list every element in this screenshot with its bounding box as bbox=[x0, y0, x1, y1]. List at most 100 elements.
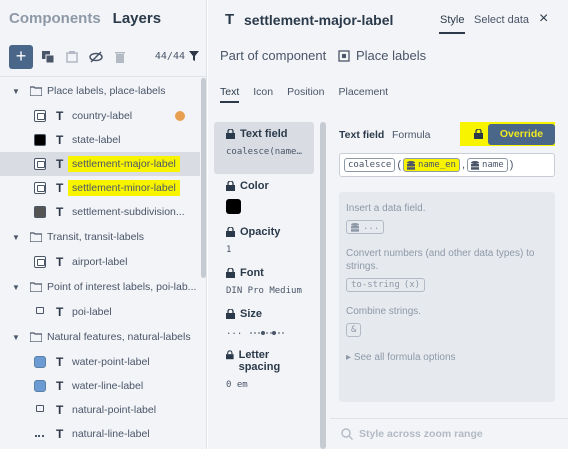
properties-scrollbar[interactable] bbox=[320, 122, 326, 449]
lock-icon bbox=[226, 309, 235, 319]
layer-group-transit[interactable]: ▼ Transit, transit-labels bbox=[0, 224, 200, 250]
property-value: 0 em bbox=[226, 380, 248, 390]
tab-layers[interactable]: Layers bbox=[113, 10, 161, 32]
editor-header: T settlement-major-label Style Select da… bbox=[208, 0, 568, 40]
property-value: DIN Pro Medium bbox=[226, 286, 302, 296]
subtab-text[interactable]: Text bbox=[220, 86, 240, 103]
image-icon bbox=[34, 404, 46, 416]
property-list: Text field coalesce(name... Color Opacit… bbox=[214, 122, 314, 449]
layer-label: water-point-label bbox=[72, 356, 150, 368]
text-type-icon: T bbox=[56, 157, 64, 171]
layer-label: natural-point-label bbox=[72, 404, 157, 416]
to-string-chip[interactable]: to-string (x) bbox=[346, 278, 426, 292]
see-all-formula-link[interactable]: ▸ See all formula options bbox=[346, 352, 548, 363]
subtab-icon[interactable]: Icon bbox=[253, 86, 273, 103]
group-label: Transit, transit-labels bbox=[47, 231, 145, 243]
layer-group-place-labels[interactable]: ▼ Place labels, place-labels bbox=[0, 78, 200, 104]
subtab-position[interactable]: Position bbox=[287, 86, 324, 103]
text-type-icon: T bbox=[56, 305, 64, 319]
zoom-icon bbox=[341, 428, 353, 440]
data-field-name: name bbox=[482, 160, 504, 170]
folder-icon bbox=[30, 232, 42, 242]
layer-row-water-point-label[interactable]: T water-point-label bbox=[0, 350, 200, 374]
property-label: Font bbox=[240, 267, 264, 279]
layer-row-settlement-minor-label[interactable]: T settlement-minor-label bbox=[0, 176, 200, 200]
close-icon[interactable]: × bbox=[539, 10, 548, 28]
hide-icon[interactable] bbox=[89, 50, 103, 64]
property-value: coalesce(name... bbox=[226, 147, 302, 157]
formula-expression[interactable]: coalesce ( name_en , name ) bbox=[339, 153, 555, 177]
property-color[interactable]: Color bbox=[214, 174, 314, 220]
editor-divider bbox=[330, 418, 568, 419]
layer-row-state-label[interactable]: T state-label bbox=[0, 128, 200, 152]
chevron-down-icon[interactable]: ▼ bbox=[12, 333, 20, 342]
layer-count: 44/44 bbox=[154, 51, 185, 62]
database-icon bbox=[407, 160, 416, 170]
duplicate-icon[interactable] bbox=[41, 50, 55, 64]
subtab-placement[interactable]: Placement bbox=[338, 86, 388, 103]
see-all-label: See all formula options bbox=[353, 352, 456, 363]
panel-tabs: Components Layers bbox=[9, 10, 161, 32]
data-field-chip[interactable]: name bbox=[467, 158, 508, 172]
concat-chip[interactable]: & bbox=[346, 323, 362, 337]
group-label: Natural features, natural-labels bbox=[47, 331, 191, 343]
group-icon[interactable] bbox=[65, 50, 79, 64]
lock-icon bbox=[226, 181, 235, 191]
chevron-down-icon[interactable]: ▼ bbox=[12, 233, 20, 242]
text-type-icon: T bbox=[56, 403, 64, 417]
layer-label: settlement-subdivision... bbox=[72, 206, 185, 218]
image-icon bbox=[34, 256, 46, 268]
tab-style[interactable]: Style bbox=[438, 14, 466, 34]
style-editor-panel: T settlement-major-label Style Select da… bbox=[208, 0, 568, 449]
data-field-chip[interactable]: name_en bbox=[403, 158, 460, 172]
override-button[interactable]: Override bbox=[488, 124, 555, 145]
add-layer-button[interactable]: + bbox=[9, 45, 33, 69]
formula-help: Insert a data field. ... Convert numbers… bbox=[339, 192, 555, 402]
layer-row-settlement-major-label[interactable]: T settlement-major-label bbox=[0, 152, 200, 176]
layer-row-water-line-label[interactable]: T water-line-label bbox=[0, 374, 200, 398]
component-link[interactable]: Place labels bbox=[356, 48, 426, 63]
filter-icon[interactable] bbox=[189, 50, 199, 62]
lock-icon bbox=[226, 268, 235, 278]
text-type-icon: T bbox=[56, 205, 64, 219]
layer-row-poi-label[interactable]: T poi-label bbox=[0, 300, 200, 324]
image-icon bbox=[34, 182, 46, 194]
chevron-down-icon[interactable]: ▼ bbox=[12, 283, 20, 292]
property-text-field[interactable]: Text field coalesce(name... bbox=[214, 122, 314, 174]
layer-row-settlement-subdivision[interactable]: T settlement-subdivision... bbox=[0, 200, 200, 224]
function-chip[interactable]: coalesce bbox=[344, 158, 396, 172]
layer-row-natural-line-label[interactable]: T natural-line-label bbox=[0, 422, 200, 446]
text-type-icon: T bbox=[56, 355, 64, 369]
database-icon bbox=[351, 222, 359, 232]
data-field-name: name_en bbox=[418, 160, 456, 170]
chip-arg: (x) bbox=[403, 280, 421, 290]
chevron-down-icon[interactable]: ▼ bbox=[12, 87, 20, 96]
tab-components[interactable]: Components bbox=[9, 10, 101, 32]
folder-icon bbox=[30, 86, 42, 96]
property-opacity[interactable]: Opacity 1 bbox=[214, 220, 314, 261]
zoom-curve-icon bbox=[250, 331, 285, 335]
color-swatch[interactable] bbox=[226, 199, 241, 214]
chip-label: ... bbox=[363, 222, 380, 232]
insert-data-chip[interactable]: ... bbox=[346, 220, 385, 234]
folder-icon bbox=[30, 282, 42, 292]
layer-row-country-label[interactable]: T country-label bbox=[0, 104, 200, 128]
trash-icon[interactable] bbox=[113, 50, 127, 64]
property-font[interactable]: Font DIN Pro Medium bbox=[214, 261, 314, 302]
database-icon bbox=[471, 160, 480, 170]
layer-label: country-label bbox=[72, 110, 133, 122]
editor-mode[interactable]: Formula bbox=[392, 129, 431, 141]
group-label: Point of interest labels, poi-lab... bbox=[47, 281, 197, 293]
property-label: Size bbox=[240, 308, 263, 320]
layer-group-poi[interactable]: ▼ Point of interest labels, poi-lab... bbox=[0, 274, 200, 300]
layers-scrollbar[interactable] bbox=[201, 78, 206, 278]
tab-select-data[interactable]: Select data bbox=[474, 14, 529, 26]
color-swatch-icon bbox=[34, 356, 46, 368]
zoom-range-option[interactable]: Style across zoom range bbox=[341, 428, 483, 440]
property-size[interactable]: Size ... bbox=[214, 302, 314, 343]
layer-row-natural-point-label[interactable]: T natural-point-label bbox=[0, 398, 200, 422]
layer-group-natural[interactable]: ▼ Natural features, natural-labels bbox=[0, 324, 200, 350]
property-letter-spacing[interactable]: Letter spacing 0 em bbox=[214, 343, 314, 396]
layer-row-airport-label[interactable]: T airport-label bbox=[0, 250, 200, 274]
dots-icon bbox=[34, 428, 46, 440]
